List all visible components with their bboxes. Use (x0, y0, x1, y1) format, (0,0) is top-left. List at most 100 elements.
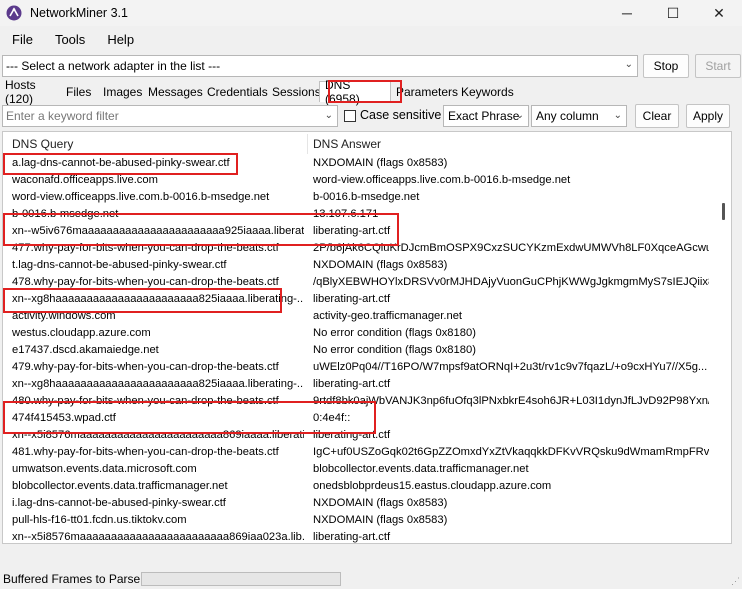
start-button[interactable]: Start (695, 54, 741, 78)
stop-button[interactable]: Stop (643, 54, 689, 78)
table-row[interactable]: 478.why-pay-for-bits-when-you-can-drop-t… (3, 275, 721, 292)
column-select[interactable]: Any column ⌄ (531, 105, 627, 127)
network-adapter-select[interactable]: --- Select a network adapter in the list… (2, 55, 638, 77)
dns-query-cell: xn--xg8haaaaaaaaaaaaaaaaaaaaaaa825iaaaa.… (12, 378, 304, 390)
tab-images[interactable]: Images (98, 81, 143, 102)
table-row[interactable]: xn--x5i8576maaaaaaaaaaaaaaaaaaaaaaa869ia… (3, 428, 721, 445)
dns-answer-cell: onedsblobprdeus15.eastus.cloudapp.azure.… (313, 480, 552, 492)
table-row[interactable]: word-view.officeapps.live.com.b-0016.b-m… (3, 190, 721, 207)
keyword-filter-placeholder: Enter a keyword filter (6, 109, 119, 123)
dns-answer-cell: uWElz0Pq04//T16PO/W7mpsf9atORNqI+2u3t/rv… (313, 361, 708, 373)
table-row[interactable]: 481.why-pay-for-bits-when-you-can-drop-t… (3, 445, 721, 462)
dns-query-cell: word-view.officeapps.live.com.b-0016.b-m… (12, 191, 270, 203)
dns-answer-cell: liberating-art.ctf (313, 429, 391, 441)
dns-answer-cell: 13.107.6.171 (313, 208, 379, 220)
dns-answer-cell: IgC+uf0USZoGqk02t6GpZZOmxdYxZtVkaqqkkDFK… (313, 446, 709, 458)
tab-keywords[interactable]: Keywords (456, 81, 514, 102)
dns-query-cell: xn--x5i8576maaaaaaaaaaaaaaaaaaaaaaa869ia… (12, 429, 304, 441)
dns-answer-cell: blobcollector.events.data.trafficmanager… (313, 463, 529, 475)
column-divider[interactable] (307, 134, 308, 154)
case-sensitive-label: Case sensitive (360, 108, 442, 122)
chevron-down-icon: ⌄ (515, 110, 524, 121)
table-row[interactable]: a.lag-dns-cannot-be-abused-pinky-swear.c… (3, 156, 721, 173)
table-row[interactable]: westus.cloudapp.azure.com No error condit… (3, 326, 721, 343)
table-row[interactable]: xn--x5i8576maaaaaaaaaaaaaaaaaaaaaaaa869i… (3, 530, 721, 543)
column-value: Any column (536, 109, 599, 123)
menu-file[interactable]: File (12, 32, 33, 47)
case-sensitive-checkbox[interactable] (344, 110, 356, 122)
tab-sessions[interactable]: Sessions (267, 81, 321, 102)
table-row[interactable]: waconafd.officeapps.live.com word-view.of… (3, 173, 721, 190)
dns-query-cell: xn--x5i8576maaaaaaaaaaaaaaaaaaaaaaaa869i… (12, 531, 304, 543)
chevron-down-icon: ⌄ (324, 110, 333, 121)
dns-answer-cell: /qBlyXEBWHOYlxDRSVv0rMJHDAjyVuonGuCPhjKW… (313, 276, 709, 288)
maximize-button[interactable]: ☐ (650, 0, 696, 26)
buffered-frames-progress (141, 572, 341, 586)
chevron-down-icon: ⌄ (613, 110, 622, 121)
table-row[interactable]: pull-hls-f16-tt01.fcdn.us.tiktokv.com NXD… (3, 513, 721, 530)
tab-files[interactable]: Files (61, 81, 98, 102)
table-row[interactable]: 480.why-pay-for-bits-when-you-can-drop-t… (3, 394, 721, 411)
table-row[interactable]: xn--xg8haaaaaaaaaaaaaaaaaaaaaaa825iaaaa.… (3, 377, 721, 394)
dns-answer-cell: 9rtdf8bk0ajWbVANJK3np6fuOfq3lPNxbkrE4soh… (313, 395, 709, 407)
dns-query-cell: b-0016.b-msedge.net (12, 208, 119, 220)
maximize-icon: ☐ (666, 4, 680, 21)
clear-button[interactable]: Clear (635, 104, 679, 128)
menu-tools[interactable]: Tools (55, 32, 85, 47)
dns-answer-cell: NXDOMAIN (flags 0x8583) (313, 497, 448, 509)
status-bar: Buffered Frames to Parse: ⋰ (0, 568, 742, 589)
dns-query-cell: xn--xg8haaaaaaaaaaaaaaaaaaaaaaa825iaaaa.… (12, 293, 304, 305)
column-header-dns-answer[interactable]: DNS Answer (313, 137, 381, 151)
dns-answer-cell: liberating-art.ctf (313, 531, 391, 543)
dns-query-cell: blobcollector.events.data.trafficmanager… (12, 480, 228, 492)
dns-query-cell: e17437.dscd.akamaiedge.net (12, 344, 159, 356)
dns-query-cell: waconafd.officeapps.live.com (12, 174, 158, 186)
dns-query-cell: i.lag-dns-cannot-be-abused-pinky-swear.c… (12, 497, 226, 509)
dns-query-cell: westus.cloudapp.azure.com (12, 327, 151, 339)
chevron-down-icon: ⌄ (624, 59, 633, 70)
dns-query-cell: xn--w5iv676maaaaaaaaaaaaaaaaaaaaaaa925ia… (12, 225, 304, 237)
table-row[interactable]: xn--w5iv676maaaaaaaaaaaaaaaaaaaaaaa925ia… (3, 224, 721, 241)
dns-answer-cell: NXDOMAIN (flags 0x8583) (313, 259, 448, 271)
table-row[interactable]: 479.why-pay-for-bits-when-you-can-drop-t… (3, 360, 721, 377)
dns-list[interactable]: DNS Query DNS Answer a.lag-dns-cannot-be… (2, 131, 732, 544)
tab-messages[interactable]: Messages (143, 81, 203, 102)
tab-dns[interactable]: DNS (6958) (319, 78, 391, 106)
menu-help[interactable]: Help (107, 32, 134, 47)
tab-credentials[interactable]: Credentials (202, 81, 268, 102)
table-row[interactable]: t.lag-dns-cannot-be-abused-pinky-swear.c… (3, 258, 721, 275)
dns-query-cell: pull-hls-f16-tt01.fcdn.us.tiktokv.com (12, 514, 187, 526)
vertical-scrollbar-thumb[interactable] (722, 203, 725, 220)
networkminer-logo-icon (6, 5, 22, 21)
dns-answer-cell: liberating-art.ctf (313, 225, 391, 237)
tab-hosts[interactable]: Hosts (120) (0, 78, 61, 106)
table-row[interactable]: e17437.dscd.akamaiedge.net No error condi… (3, 343, 721, 360)
apply-button[interactable]: Apply (686, 104, 730, 128)
dns-answer-cell: No error condition (flags 0x8180) (313, 327, 476, 339)
table-row[interactable]: 477.why-pay-for-bits-when-you-can-drop-t… (3, 241, 721, 258)
dns-query-cell: 474f415453.wpad.ctf (12, 412, 116, 424)
table-row[interactable]: b-0016.b-msedge.net 13.107.6.171 (3, 207, 721, 224)
resize-grip-icon[interactable]: ⋰ (731, 576, 740, 587)
dns-query-cell: a.lag-dns-cannot-be-abused-pinky-swear.c… (12, 157, 230, 169)
dns-query-cell: umwatson.events.data.microsoft.com (12, 463, 197, 475)
buffered-frames-label: Buffered Frames to Parse: (3, 571, 144, 586)
table-row[interactable]: blobcollector.events.data.trafficmanager… (3, 479, 721, 496)
tab-parameters[interactable]: Parameters (391, 81, 458, 102)
column-header-dns-query[interactable]: DNS Query (12, 137, 73, 151)
table-row[interactable]: 474f415453.wpad.ctf 0:4e4f:: (3, 411, 721, 428)
table-row[interactable]: umwatson.events.data.microsoft.com blobco… (3, 462, 721, 479)
keyword-filter-input[interactable]: Enter a keyword filter ⌄ (2, 105, 338, 127)
dns-answer-cell: liberating-art.ctf (313, 293, 391, 305)
table-row[interactable]: xn--xg8haaaaaaaaaaaaaaaaaaaaaaa825iaaaa.… (3, 292, 721, 309)
filter-bar: Enter a keyword filter ⌄ Case sensitive … (0, 103, 742, 129)
table-row[interactable]: i.lag-dns-cannot-be-abused-pinky-swear.c… (3, 496, 721, 513)
network-adapter-value: --- Select a network adapter in the list… (6, 59, 221, 73)
table-row[interactable]: activity.windows.com activity-geo.traffic… (3, 309, 721, 326)
dns-query-cell: 481.why-pay-for-bits-when-you-can-drop-t… (12, 446, 279, 458)
dns-answer-cell: NXDOMAIN (flags 0x8583) (313, 157, 448, 169)
match-mode-select[interactable]: Exact Phrase ⌄ (443, 105, 529, 127)
window-title: NetworkMiner 3.1 (30, 6, 128, 20)
minimize-button[interactable]: ─ (604, 0, 650, 26)
close-button[interactable]: ✕ (696, 0, 742, 26)
